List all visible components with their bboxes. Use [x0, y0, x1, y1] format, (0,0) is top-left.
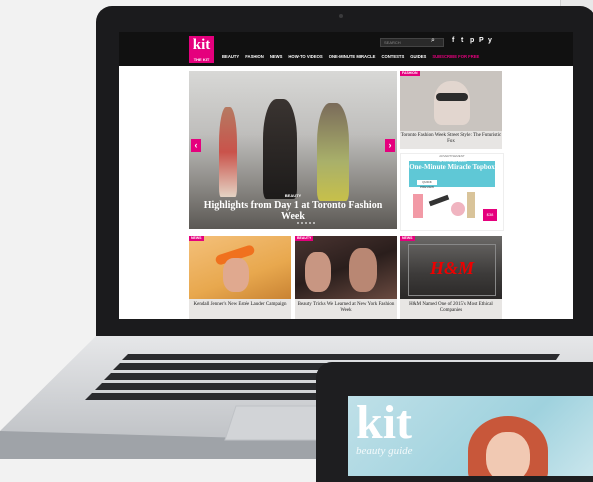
- hero-model-right: [317, 103, 349, 201]
- story-card[interactable]: BEAUTY Beauty Tricks We Learned at New Y…: [295, 236, 397, 319]
- product-icon: [428, 194, 450, 207]
- sunglasses-icon: [436, 93, 468, 101]
- product-icon: [413, 194, 423, 218]
- tablet-cover-logo: kit: [356, 396, 413, 449]
- facebook-icon[interactable]: f: [452, 37, 454, 44]
- slider-next-button[interactable]: ›: [385, 139, 395, 152]
- story-card[interactable]: NEWS Kendall Jenner's New Estée Lauder C…: [189, 236, 291, 319]
- promo-title: One-Minute Miracle Topbox: [409, 163, 495, 171]
- site-logo[interactable]: kit THE KIT: [189, 36, 214, 63]
- slider-dots[interactable]: [297, 222, 315, 224]
- story-card-tag: BEAUTY: [295, 236, 314, 241]
- nav-item-howto-videos[interactable]: HOW-TO VIDEOS: [288, 52, 322, 62]
- site-header: kit THE KIT SEARCH ⌕ f t p P y BEAUTY FA…: [119, 32, 573, 66]
- tablet-cover-subtitle: beauty guide: [356, 445, 413, 457]
- logo-subtitle: THE KIT: [193, 57, 210, 62]
- hero-title[interactable]: Highlights from Day 1 at Toronto Fashion…: [195, 200, 391, 222]
- hero-model-left: [219, 107, 237, 197]
- website-screen: kit THE KIT SEARCH ⌕ f t p P y BEAUTY FA…: [119, 32, 573, 319]
- slider-prev-button[interactable]: ‹: [191, 139, 201, 152]
- logo-text: kit: [192, 37, 211, 53]
- story-card-caption[interactable]: H&M Named One of 2015's Most Ethical Com…: [400, 299, 502, 319]
- story-card[interactable]: H&M NEWS H&M Named One of 2015's Most Et…: [400, 236, 502, 319]
- promo-ad[interactable]: ADVERTISEMENT The Kit Limited Edition On…: [400, 153, 504, 231]
- promo-preview-button[interactable]: QUICK PREVIEW: [417, 180, 437, 189]
- twitter-icon[interactable]: t: [461, 37, 463, 44]
- price-badge: $38: [483, 209, 497, 221]
- search-placeholder: SEARCH: [384, 40, 401, 45]
- pinterest-alt-icon[interactable]: P: [479, 37, 484, 44]
- nav-item-guides[interactable]: GUIDES: [410, 52, 426, 62]
- side-story-photo: [434, 81, 470, 125]
- story-card-caption[interactable]: Beauty Tricks We Learned at New York Fas…: [295, 299, 397, 319]
- hero-designer: [263, 99, 297, 199]
- search-icon[interactable]: ⌕: [431, 37, 435, 45]
- story-card-caption[interactable]: Kendall Jenner's New Estée Lauder Campai…: [189, 299, 291, 319]
- camera-icon: [339, 14, 343, 18]
- story-card-tag: NEWS: [189, 236, 204, 241]
- product-icon: [451, 202, 465, 216]
- nav-item-fashion[interactable]: FASHION: [245, 52, 264, 62]
- main-nav: BEAUTY FASHION NEWS HOW-TO VIDEOS ONE-MI…: [222, 52, 479, 62]
- face-icon: [349, 248, 377, 292]
- side-story-card[interactable]: FASHION Toronto Fashion Week Street Styl…: [400, 71, 502, 149]
- hero-category: BEAUTY: [284, 193, 302, 198]
- face-icon: [223, 258, 249, 292]
- nav-item-subscribe[interactable]: SUBSCRIBE FOR FREE: [432, 52, 479, 62]
- nav-item-one-minute-miracle[interactable]: ONE-MINUTE MIRACLE: [329, 52, 376, 62]
- product-icon: [467, 192, 475, 218]
- promo-banner: The Kit Limited Edition One-Minute Mirac…: [409, 159, 495, 189]
- side-story-caption[interactable]: Toronto Fashion Week Street Style: The F…: [400, 131, 502, 149]
- nav-item-contests[interactable]: CONTESTS: [381, 52, 404, 62]
- pinterest-icon[interactable]: p: [470, 37, 474, 44]
- cover-model-face: [486, 432, 530, 476]
- hero-slider[interactable]: ‹ › BEAUTY Highlights from Day 1 at Toro…: [189, 71, 397, 229]
- side-story-tag: FASHION: [400, 71, 420, 76]
- face-icon: [305, 252, 331, 292]
- hm-sign: H&M: [430, 258, 475, 278]
- youtube-icon[interactable]: y: [488, 37, 492, 44]
- nav-item-beauty[interactable]: BEAUTY: [222, 52, 239, 62]
- story-card-tag: NEWS: [400, 236, 415, 241]
- nav-item-news[interactable]: NEWS: [270, 52, 283, 62]
